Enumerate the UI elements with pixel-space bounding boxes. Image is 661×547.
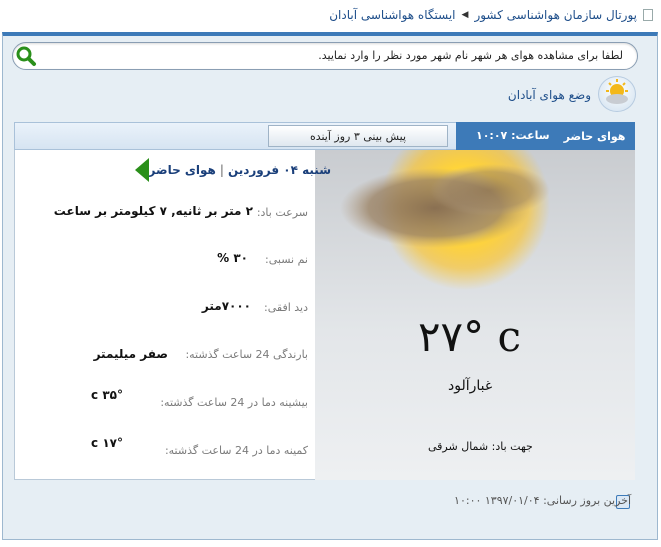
search-button[interactable] [12,43,40,69]
weather-condition: غبارآلود [448,378,493,394]
max-temp-label: بیشینه دما در 24 ساعت گذشته: [160,396,308,409]
chevron-left-icon: ◀ [461,10,469,20]
search-placeholder: لطفا برای مشاهده هوای هر شهر نام شهر مور… [318,49,623,62]
breadcrumb: پورتال سازمان هواشناسی کشور ◀ ایستگاه هو… [329,6,653,24]
max-temp-value: ۳۵° c [91,388,123,402]
tab-current-weather[interactable]: هوای حاضر [554,122,635,150]
breadcrumb-portal-link[interactable]: پورتال سازمان هواشناسی کشور [474,8,637,22]
min-temp-value: ۱۷° c [91,436,123,450]
last-update: آخرین بروز رسانی: ۱۳۹۷/۰۱/۰۴ ۱۰:۰۰ [454,494,631,507]
separator: | [219,163,224,177]
sun-cloud-icon [598,76,636,112]
precipitation-value: صفر میلیمتر [93,347,168,361]
wind-speed-value: ۲ متر بر ثانیه, ۷ کیلومتر بر ساعت [53,204,253,218]
visibility-value: ۷۰۰۰متر [201,299,251,313]
humidity-value: ۳۰ % [217,251,248,265]
tab-forecast-3-days[interactable]: پیش بینی ۳ روز آینده [268,125,448,147]
wind-direction: جهت باد: شمال شرقی [428,440,533,453]
city-search-input[interactable]: لطفا برای مشاهده هوای هر شهر نام شهر مور… [12,42,638,70]
observation-time: ساعت: ۱۰:۰۷ [476,129,550,142]
visibility-label: دید افقی: [264,301,308,314]
search-icon [16,46,36,66]
document-icon [643,9,653,21]
precipitation-label: بارندگی 24 ساعت گذشته: [185,348,308,361]
wind-speed-label: سرعت باد: [256,206,308,219]
humidity-label: نم نسبی: [265,253,308,266]
current-heading: هوای حاضر [148,163,216,177]
breadcrumb-station-link[interactable]: ایستگاه هواشناسی آبادان [329,8,455,22]
location-title: وضع هوای آبادان [507,88,591,102]
current-date-heading: هوای حاضر | شنبه ۰۴ فروردین [129,158,331,182]
triangle-marker-icon [134,158,149,182]
current-date: شنبه ۰۴ فروردین [227,163,331,177]
current-temperature: ۲۷° c [418,312,523,361]
min-temp-label: کمینه دما در 24 ساعت گذشته: [164,444,308,457]
